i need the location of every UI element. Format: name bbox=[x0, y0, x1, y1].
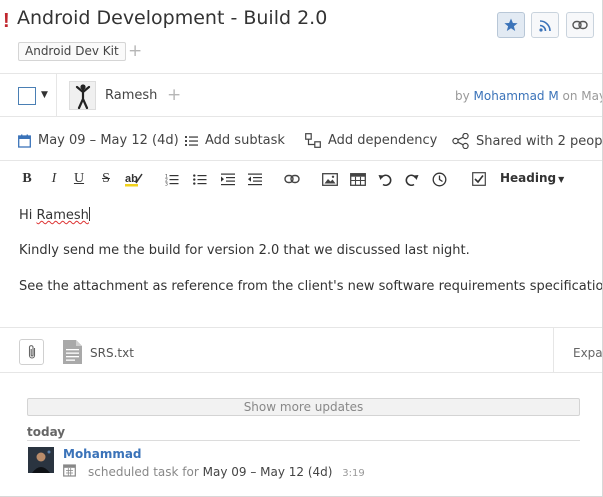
add-subtask-label: Add subtask bbox=[205, 133, 285, 148]
indent-icon bbox=[221, 173, 235, 185]
subtask-list-icon bbox=[185, 135, 198, 146]
outdent-button[interactable] bbox=[248, 171, 262, 187]
outdent-icon bbox=[248, 173, 262, 185]
activity-calendar bbox=[63, 463, 76, 481]
text-cursor bbox=[88, 207, 90, 221]
strikethrough-button[interactable]: S bbox=[100, 171, 112, 187]
undo-icon bbox=[378, 173, 392, 186]
bullet-list-button[interactable] bbox=[193, 171, 207, 187]
user-photo-icon bbox=[28, 447, 54, 473]
task-panel: ! Android Development - Build 2.0 Androi… bbox=[0, 0, 603, 497]
bullet-list-icon bbox=[193, 173, 207, 185]
redo-button[interactable] bbox=[405, 171, 419, 187]
activity-action: scheduled task for bbox=[88, 465, 199, 479]
attach-file-button[interactable] bbox=[19, 339, 44, 365]
activity-dates: May 09 – May 12 (4d) bbox=[202, 465, 333, 479]
subscribe-button[interactable] bbox=[531, 12, 559, 38]
shared-with-button[interactable]: Shared with 2 people bbox=[452, 133, 603, 149]
star-icon bbox=[504, 18, 518, 31]
redo-icon bbox=[405, 173, 419, 186]
divider bbox=[56, 74, 57, 116]
attachment-file[interactable] bbox=[63, 340, 82, 368]
divider bbox=[0, 372, 602, 373]
add-assignee-button[interactable]: + bbox=[167, 85, 181, 105]
byline-prefix: by bbox=[455, 89, 470, 103]
chevron-down-icon: ▼ bbox=[558, 175, 565, 184]
insert-link-button[interactable] bbox=[284, 171, 300, 187]
paperclip-icon bbox=[28, 345, 35, 359]
shared-with-label: Shared with 2 people bbox=[476, 133, 603, 149]
activity-text: scheduled task for May 09 – May 12 (4d) … bbox=[88, 465, 365, 479]
divider bbox=[0, 327, 602, 328]
history-button[interactable] bbox=[432, 171, 447, 187]
heading-label: Heading bbox=[500, 171, 557, 185]
italic-button[interactable]: I bbox=[48, 171, 60, 187]
numbered-list-icon: 1 2 3 bbox=[165, 173, 179, 186]
table-icon bbox=[350, 172, 366, 186]
checkbox-icon bbox=[472, 172, 486, 186]
image-icon bbox=[322, 172, 338, 186]
status-checkbox[interactable] bbox=[18, 87, 36, 105]
link-icon bbox=[284, 174, 300, 184]
avatar[interactable] bbox=[28, 447, 54, 473]
divider bbox=[0, 73, 602, 74]
bold-button[interactable]: B bbox=[21, 171, 33, 187]
rss-icon bbox=[538, 19, 551, 32]
dependency-icon bbox=[305, 133, 321, 148]
task-title[interactable]: Android Development - Build 2.0 bbox=[17, 7, 327, 29]
description-line[interactable]: Kindly send me the build for version 2.0… bbox=[19, 243, 470, 258]
folder-tag[interactable]: Android Dev Kit bbox=[18, 42, 126, 61]
attachment-name[interactable]: SRS.txt bbox=[90, 346, 134, 360]
link-icon bbox=[572, 20, 588, 30]
insert-table-button[interactable] bbox=[350, 171, 366, 187]
author-byline: by Mohammad M on May bbox=[455, 89, 603, 103]
date-range-label: May 09 – May 12 (4d) bbox=[38, 133, 179, 148]
text-file-icon bbox=[63, 340, 82, 364]
clock-icon bbox=[432, 172, 447, 186]
insert-checkbox-button[interactable] bbox=[472, 171, 486, 187]
avatar[interactable] bbox=[69, 81, 96, 110]
numbered-list-button[interactable]: 1 2 3 bbox=[165, 171, 179, 187]
expand-attachments-button[interactable]: Expa bbox=[573, 346, 602, 360]
calendar-icon bbox=[63, 464, 76, 477]
insert-image-button[interactable] bbox=[322, 171, 338, 187]
assignee-name[interactable]: Ramesh bbox=[105, 88, 157, 103]
divider bbox=[0, 116, 602, 117]
indent-button[interactable] bbox=[221, 171, 235, 187]
date-group-label: today bbox=[27, 425, 66, 439]
svg-text:3: 3 bbox=[165, 181, 168, 186]
star-button[interactable] bbox=[497, 12, 525, 38]
heading-dropdown[interactable]: Heading ▼ bbox=[500, 171, 564, 185]
add-dependency-label: Add dependency bbox=[328, 133, 438, 148]
show-more-updates-button[interactable]: Show more updates bbox=[27, 398, 580, 416]
svg-text:ab: ab bbox=[125, 173, 138, 185]
calendar-icon bbox=[18, 134, 31, 148]
date-range-button[interactable]: May 09 – May 12 (4d) bbox=[18, 133, 179, 148]
byline-suffix: on May bbox=[562, 89, 603, 103]
update-author[interactable]: Mohammad bbox=[63, 447, 142, 461]
person-silhouette-icon bbox=[75, 83, 90, 109]
divider bbox=[553, 328, 554, 372]
status-dropdown-caret[interactable]: ▼ bbox=[41, 90, 48, 100]
highlighter-icon: ab bbox=[125, 173, 143, 187]
greeting-prefix: Hi bbox=[19, 208, 37, 223]
add-tag-button[interactable]: + bbox=[128, 41, 142, 61]
add-subtask-button[interactable]: Add subtask bbox=[185, 133, 285, 148]
highlight-button[interactable]: ab bbox=[124, 171, 144, 187]
underline-button[interactable]: U bbox=[73, 171, 85, 187]
description-line[interactable]: See the attachment as reference from the… bbox=[19, 279, 602, 294]
description-line[interactable]: Hi Ramesh bbox=[19, 207, 90, 223]
byline-author[interactable]: Mohammad M bbox=[474, 89, 559, 103]
activity-time: 3:19 bbox=[342, 468, 365, 479]
divider bbox=[0, 160, 602, 161]
permalink-button[interactable] bbox=[566, 12, 594, 38]
greeting-name: Ramesh bbox=[36, 208, 89, 223]
undo-button[interactable] bbox=[378, 171, 392, 187]
add-dependency-button[interactable]: Add dependency bbox=[305, 133, 437, 148]
share-icon bbox=[452, 133, 469, 149]
divider bbox=[27, 440, 580, 441]
priority-indicator[interactable]: ! bbox=[3, 10, 10, 33]
